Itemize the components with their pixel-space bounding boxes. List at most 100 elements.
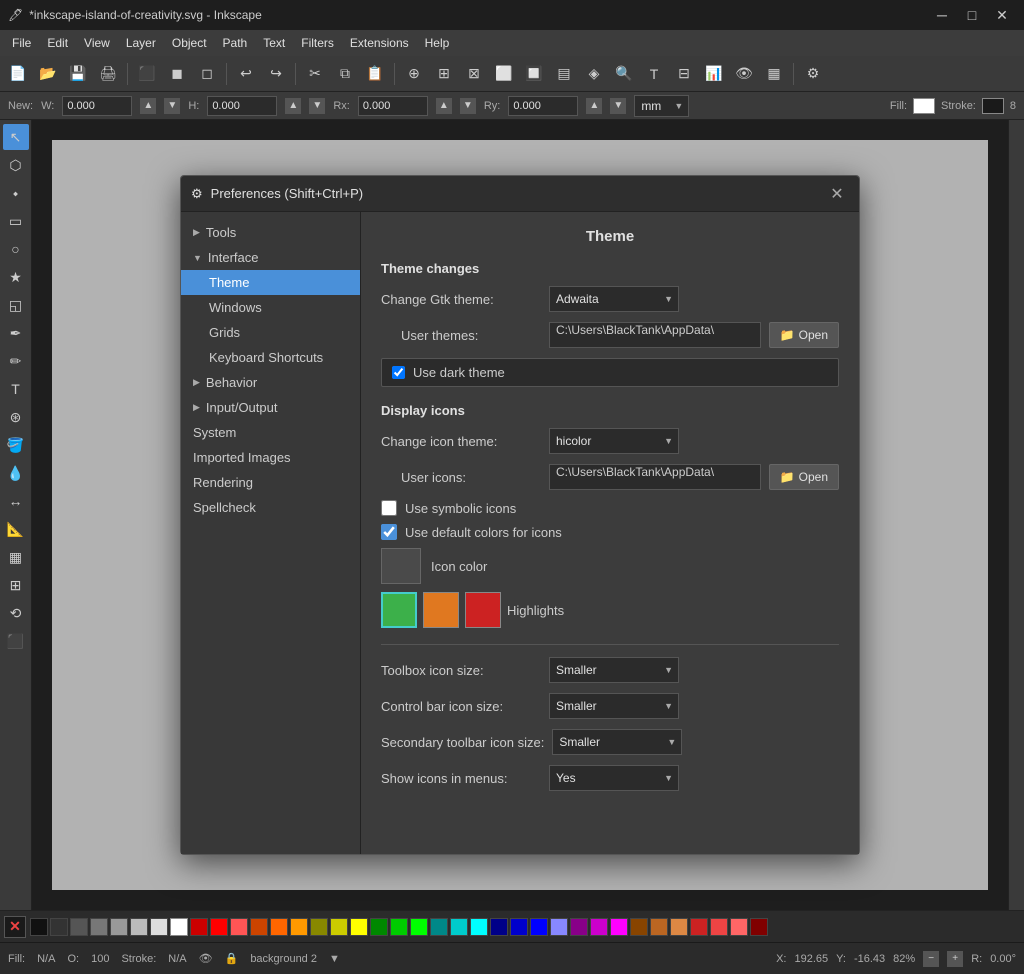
pal-magenta[interactable] [610, 918, 628, 936]
maximize-button[interactable]: □ [958, 5, 986, 25]
eye-icon[interactable]: 👁 [199, 952, 213, 965]
tb-icon-12[interactable]: T [640, 60, 668, 88]
menu-file[interactable]: File [4, 34, 39, 52]
highlight-red-swatch[interactable] [465, 592, 501, 628]
zoom-out-button[interactable]: − [923, 951, 939, 967]
menu-help[interactable]: Help [417, 34, 458, 52]
highlight-green-swatch[interactable] [381, 592, 417, 628]
new-button[interactable]: 📄 [4, 60, 32, 88]
3d-box-tool[interactable]: ◱ [3, 292, 29, 318]
fill-color-box[interactable] [913, 98, 935, 114]
pal-purple[interactable] [590, 918, 608, 936]
pal-bright-blue[interactable] [530, 918, 548, 936]
h-up-arrow[interactable]: ▲ [285, 98, 301, 114]
copy-button[interactable]: ⧉ [331, 60, 359, 88]
paint-bucket-tool[interactable]: ⬛ [3, 628, 29, 654]
nav-interface[interactable]: ▼ Interface [181, 245, 360, 270]
highlight-orange-swatch[interactable] [423, 592, 459, 628]
zoom-tool[interactable]: ⬩ [3, 180, 29, 206]
w-input[interactable] [62, 96, 132, 116]
icon-theme-select[interactable]: hicolor Default [549, 428, 679, 454]
pal-light-gray[interactable] [130, 918, 148, 936]
pal-orange[interactable] [270, 918, 288, 936]
close-button[interactable]: ✕ [988, 5, 1016, 25]
cut-button[interactable]: ✂ [301, 60, 329, 88]
pal-salmon[interactable] [730, 918, 748, 936]
dark-theme-label[interactable]: Use dark theme [413, 365, 505, 380]
pal-dark-purple[interactable] [570, 918, 588, 936]
pal-teal[interactable] [450, 918, 468, 936]
pal-green[interactable] [390, 918, 408, 936]
pal-light-red[interactable] [230, 918, 248, 936]
show-icons-select[interactable]: Yes No [549, 765, 679, 791]
ry-up-arrow[interactable]: ▲ [586, 98, 602, 114]
pal-yellow[interactable] [350, 918, 368, 936]
tb-icon-6[interactable]: ⊠ [460, 60, 488, 88]
tb-icon-13[interactable]: ⊟ [670, 60, 698, 88]
pal-dark-gray-1[interactable] [50, 918, 68, 936]
menu-path[interactable]: Path [215, 34, 256, 52]
h-down-arrow[interactable]: ▼ [309, 98, 325, 114]
menu-object[interactable]: Object [164, 34, 215, 52]
open-button[interactable]: 📂 [34, 60, 62, 88]
palette-none-button[interactable]: ✕ [4, 916, 26, 938]
tb-icon-17[interactable]: ⚙ [799, 60, 827, 88]
pal-medium-brown[interactable] [650, 918, 668, 936]
pal-dark-gray-2[interactable] [70, 918, 88, 936]
star-tool[interactable]: ★ [3, 264, 29, 290]
menu-text[interactable]: Text [255, 34, 293, 52]
nav-input-output[interactable]: ▶ Input/Output [181, 395, 360, 420]
pen-tool[interactable]: ✒ [3, 320, 29, 346]
symbolic-icons-label[interactable]: Use symbolic icons [405, 501, 516, 516]
connect-tool[interactable]: ↔ [3, 488, 29, 514]
tb-icon-8[interactable]: 🔲 [520, 60, 548, 88]
menu-view[interactable]: View [76, 34, 118, 52]
redo-button[interactable]: ↪ [262, 60, 290, 88]
nav-keyboard-shortcuts[interactable]: Keyboard Shortcuts [181, 345, 360, 370]
pal-maroon[interactable] [750, 918, 768, 936]
symbolic-icons-checkbox[interactable] [381, 500, 397, 516]
w-down-arrow[interactable]: ▼ [164, 98, 180, 114]
pal-blue[interactable] [510, 918, 528, 936]
pal-lighter-gray[interactable] [150, 918, 168, 936]
pal-gray[interactable] [110, 918, 128, 936]
gradient-tool[interactable]: ▦ [3, 544, 29, 570]
nav-imported-images[interactable]: Imported Images [181, 445, 360, 470]
tb-icon-11[interactable]: 🔍 [610, 60, 638, 88]
spray-tool[interactable]: ⊛ [3, 404, 29, 430]
tb-icon-9[interactable]: ▤ [550, 60, 578, 88]
measure-tool[interactable]: 📐 [3, 516, 29, 542]
pal-mid-gray[interactable] [90, 918, 108, 936]
layer-dropdown-arrow[interactable]: ▼ [329, 953, 340, 965]
lock-icon[interactable]: 🔒 [225, 952, 239, 965]
pal-light-blue[interactable] [550, 918, 568, 936]
rx-up-arrow[interactable]: ▲ [436, 98, 452, 114]
menu-edit[interactable]: Edit [39, 34, 76, 52]
transform-tool[interactable]: ⟲ [3, 600, 29, 626]
pal-dark-orange[interactable] [250, 918, 268, 936]
pal-black[interactable] [30, 918, 48, 936]
nav-windows[interactable]: Windows [181, 295, 360, 320]
pencil-tool[interactable]: ✏ [3, 348, 29, 374]
text-tool[interactable]: T [3, 376, 29, 402]
pal-dark-yellow-2[interactable] [330, 918, 348, 936]
h-input[interactable] [207, 96, 277, 116]
pal-rose[interactable] [710, 918, 728, 936]
pal-cyan[interactable] [470, 918, 488, 936]
nav-behavior[interactable]: ▶ Behavior [181, 370, 360, 395]
tb-icon-3[interactable]: ◻ [193, 60, 221, 88]
toolbox-size-select[interactable]: Smaller Small Normal Large Larger [549, 657, 679, 683]
gtk-theme-select[interactable]: Adwaita Default HighContrast [549, 286, 679, 312]
user-themes-open-button[interactable]: 📁 Open [769, 322, 839, 348]
rx-down-arrow[interactable]: ▼ [460, 98, 476, 114]
tb-icon-14[interactable]: 📊 [700, 60, 728, 88]
dark-theme-checkbox[interactable] [392, 366, 405, 379]
ry-down-arrow[interactable]: ▼ [610, 98, 626, 114]
minimize-button[interactable]: ─ [928, 5, 956, 25]
pal-bright-green[interactable] [410, 918, 428, 936]
zoom-in-button[interactable]: + [947, 951, 963, 967]
undo-button[interactable]: ↩ [232, 60, 260, 88]
mesh-tool[interactable]: ⊞ [3, 572, 29, 598]
secondary-size-select[interactable]: Smaller Small Normal Large Larger [552, 729, 682, 755]
stroke-color-box[interactable] [982, 98, 1004, 114]
